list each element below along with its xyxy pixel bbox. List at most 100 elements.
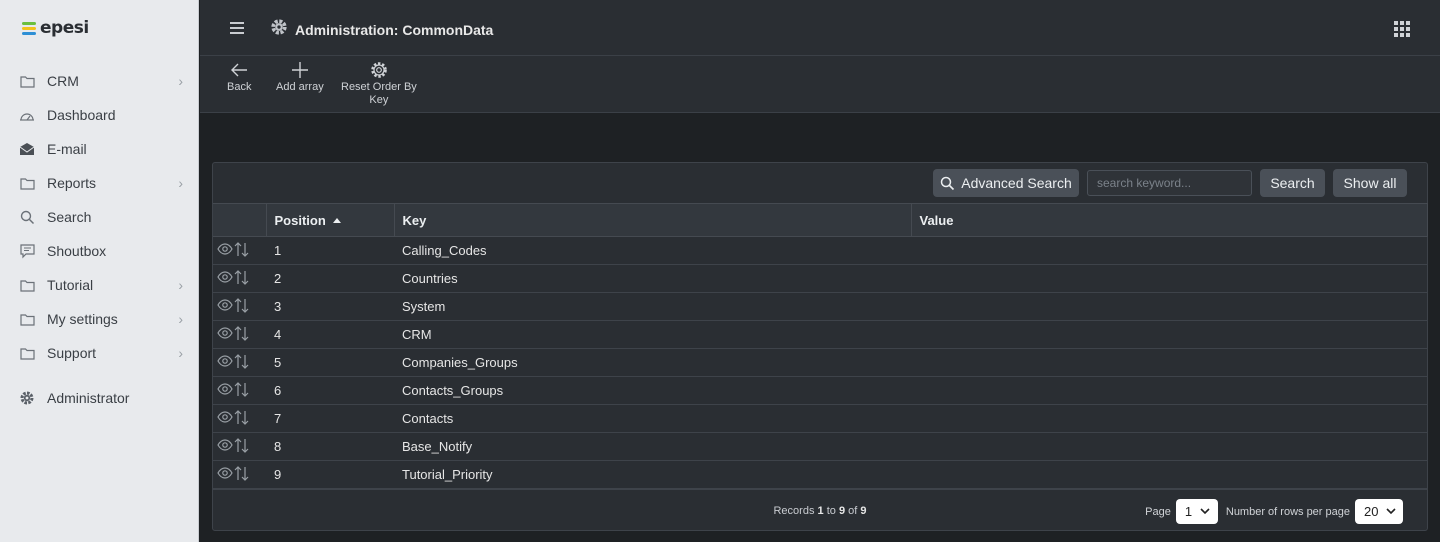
sidebar-item-label: Search <box>47 209 92 225</box>
value-cell <box>911 320 1428 349</box>
sidebar-item-label: Reports <box>47 175 97 191</box>
eye-icon[interactable] <box>217 439 233 454</box>
key-cell: Contacts_Groups <box>394 376 911 405</box>
advanced-search-button[interactable]: Advanced Search <box>933 169 1079 197</box>
logo[interactable]: epesi <box>22 18 89 38</box>
top-header: Administration: CommonData <box>200 0 1440 56</box>
page-title-group: Administration: CommonData <box>270 18 493 41</box>
add-array-button[interactable]: Add array <box>276 60 324 94</box>
table-row[interactable]: 5 Companies_Groups <box>213 348 1428 377</box>
table-row[interactable]: 7 Contacts <box>213 404 1428 433</box>
sidebar-item-label: Administrator <box>47 390 130 406</box>
sidebar-item-shoutbox[interactable]: Shoutbox <box>0 234 199 268</box>
records-to-word: to <box>826 505 836 517</box>
sidebar-item-support[interactable]: Support › <box>0 336 199 370</box>
table-row[interactable]: 2 Countries <box>213 264 1428 293</box>
eye-icon[interactable] <box>217 383 233 398</box>
sort-order-icon[interactable] <box>234 353 250 372</box>
chevron-down-icon <box>1386 508 1397 515</box>
eye-icon[interactable] <box>217 411 233 426</box>
folder-icon <box>19 277 35 293</box>
table-row[interactable]: 4 CRM <box>213 320 1428 349</box>
position-header-label: Position <box>274 212 326 228</box>
row-actions-cell <box>213 264 266 293</box>
value-cell <box>911 264 1428 293</box>
eye-icon[interactable] <box>217 327 233 342</box>
sidebar-item-tutorial[interactable]: Tutorial › <box>0 268 199 302</box>
sidebar-item-email[interactable]: E-mail <box>0 132 199 166</box>
search-toolbar: Advanced Search Search Show all <box>213 163 1427 203</box>
sort-order-icon[interactable] <box>234 269 250 288</box>
sidebar-item-administrator[interactable]: Administrator <box>0 381 199 415</box>
folder-icon <box>19 175 35 191</box>
eye-icon[interactable] <box>217 243 233 258</box>
action-bar: Back Add array Reset Order By Key <box>200 56 1440 113</box>
value-cell <box>911 348 1428 377</box>
sidebar-item-search[interactable]: Search <box>0 200 199 234</box>
position-cell: 3 <box>266 292 394 321</box>
key-cell: Tutorial_Priority <box>394 460 911 489</box>
rows-per-page-select[interactable]: 20 <box>1355 499 1403 524</box>
table-row[interactable]: 1 Calling_Codes <box>213 236 1428 265</box>
key-cell: Contacts <box>394 404 911 433</box>
page-select-value: 1 <box>1184 504 1193 519</box>
position-column-header[interactable]: Position <box>266 203 395 237</box>
actions-column-header <box>213 203 267 237</box>
hamburger-menu-icon[interactable] <box>230 22 244 34</box>
table-row[interactable]: 6 Contacts_Groups <box>213 376 1428 405</box>
eye-icon[interactable] <box>217 355 233 370</box>
row-actions-cell <box>213 348 266 377</box>
sidebar-item-crm[interactable]: CRM › <box>0 64 199 98</box>
sidebar-item-dashboard[interactable]: Dashboard <box>0 98 199 132</box>
message-icon <box>19 243 35 259</box>
eye-icon[interactable] <box>217 467 233 482</box>
row-actions-cell <box>213 320 266 349</box>
position-cell: 5 <box>266 348 394 377</box>
reset-order-button[interactable]: Reset Order By Key <box>341 60 417 107</box>
key-cell: Base_Notify <box>394 432 911 461</box>
sidebar-item-my-settings[interactable]: My settings › <box>0 302 199 336</box>
folder-icon <box>19 311 35 327</box>
key-cell: Companies_Groups <box>394 348 911 377</box>
search-keyword-input[interactable] <box>1087 170 1252 196</box>
eye-icon[interactable] <box>217 271 233 286</box>
row-actions-cell <box>213 292 266 321</box>
search-button[interactable]: Search <box>1260 169 1325 197</box>
key-cell: System <box>394 292 911 321</box>
chevron-right-icon: › <box>178 311 183 327</box>
eye-icon[interactable] <box>217 299 233 314</box>
sort-order-icon[interactable] <box>234 465 250 484</box>
key-cell: Calling_Codes <box>394 236 911 265</box>
table-row[interactable]: 3 System <box>213 292 1428 321</box>
value-cell <box>911 404 1428 433</box>
records-of-word: of <box>848 505 858 517</box>
sidebar-item-label: Support <box>47 345 97 361</box>
sort-order-icon[interactable] <box>234 325 250 344</box>
table-row[interactable]: 9 Tutorial_Priority <box>213 460 1428 489</box>
table-row[interactable]: 8 Base_Notify <box>213 432 1428 461</box>
show-all-button[interactable]: Show all <box>1333 169 1407 197</box>
records-total: 9 <box>860 505 867 517</box>
back-button[interactable]: Back <box>227 60 251 94</box>
chevron-right-icon: › <box>178 73 183 89</box>
records-prefix: Records <box>773 505 815 517</box>
position-cell: 2 <box>266 264 394 293</box>
sort-order-icon[interactable] <box>234 297 250 316</box>
search-icon <box>19 209 35 225</box>
page-label: Page <box>1145 505 1171 518</box>
sort-order-icon[interactable] <box>234 409 250 428</box>
search-icon <box>940 176 955 190</box>
add-array-label: Add array <box>276 81 324 93</box>
records-table: Position Key Value 1 Calling_Codes 2 Countr… <box>213 203 1428 489</box>
chevron-right-icon: › <box>178 175 183 191</box>
sort-order-icon[interactable] <box>234 437 250 456</box>
pagination-controls: Page 1 Number of rows per page 20 <box>1145 499 1403 524</box>
apps-grid-icon[interactable] <box>1394 21 1410 37</box>
key-column-header[interactable]: Key <box>394 203 912 237</box>
value-column-header[interactable]: Value <box>911 203 1428 237</box>
sort-order-icon[interactable] <box>234 241 250 260</box>
page-select[interactable]: 1 <box>1175 499 1218 524</box>
sidebar-item-reports[interactable]: Reports › <box>0 166 199 200</box>
sort-order-icon[interactable] <box>234 381 250 400</box>
position-cell: 8 <box>266 432 394 461</box>
